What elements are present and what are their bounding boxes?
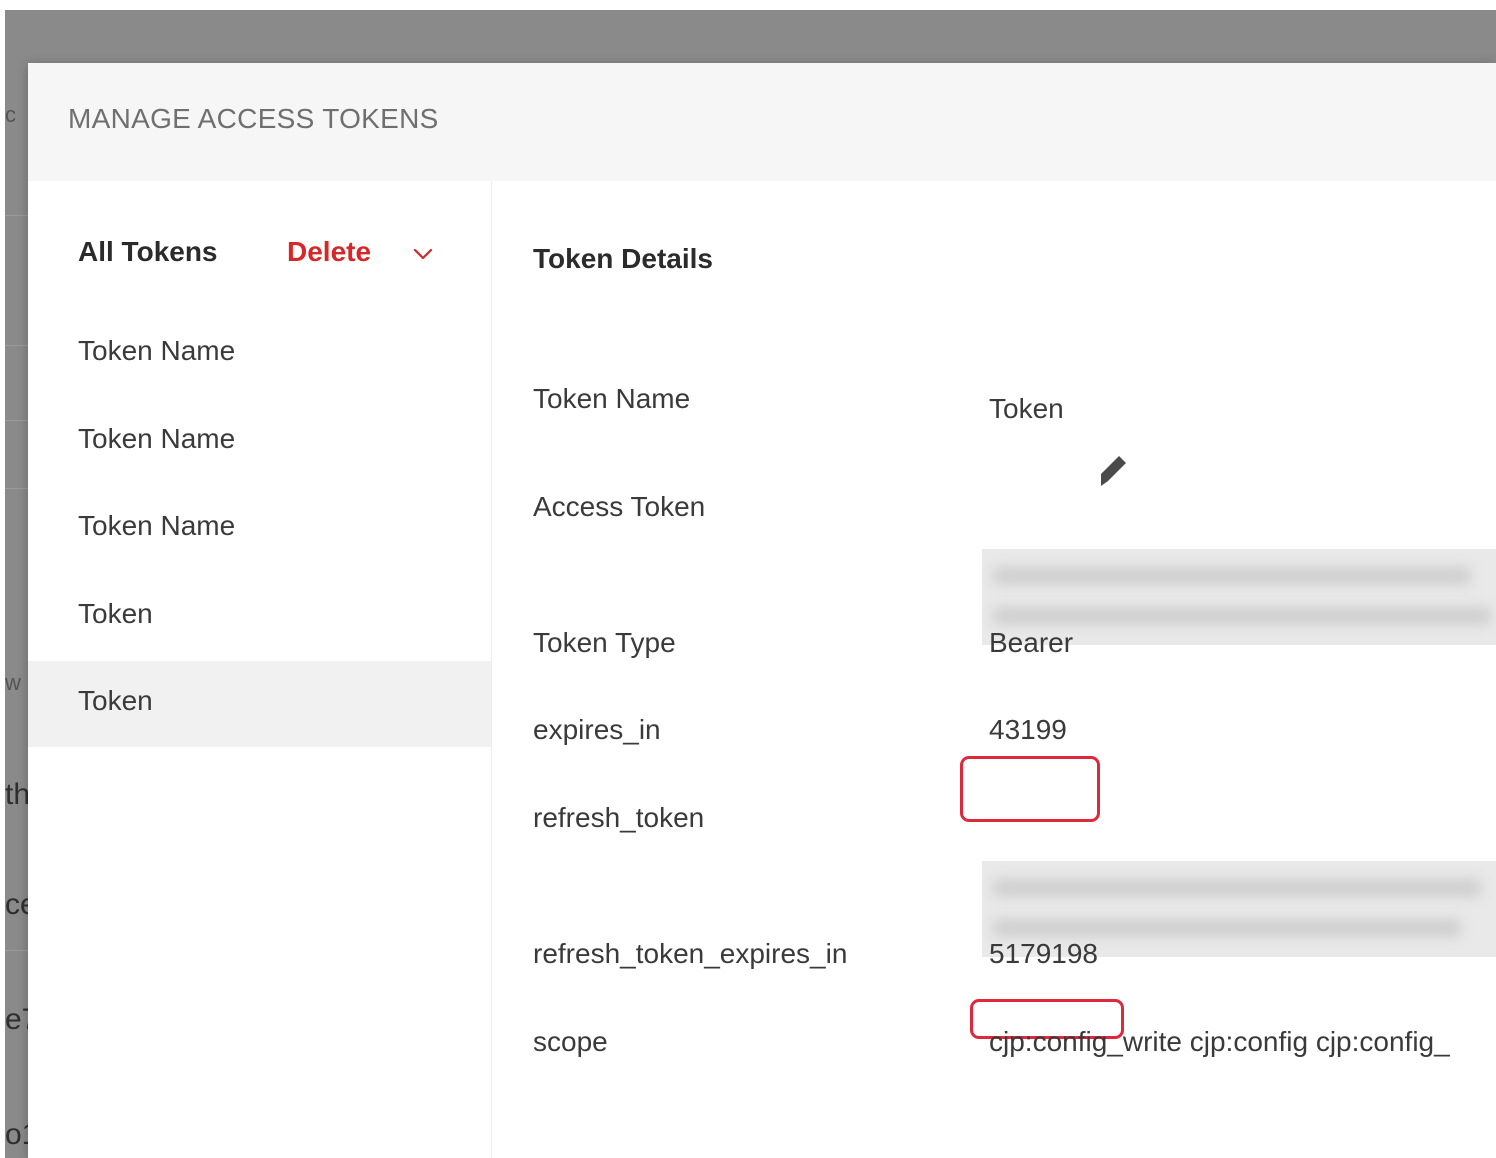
background-divider <box>5 420 29 421</box>
access-token-label: Access Token <box>533 491 706 522</box>
token-details-panel: Token Details Token Name Token Access To… <box>492 181 1496 1158</box>
token-list-item-label: Token Name <box>78 423 236 454</box>
background-divider <box>5 950 29 951</box>
all-tokens-heading: All Tokens <box>78 236 218 267</box>
background-divider <box>5 215 29 216</box>
background-divider <box>5 488 29 489</box>
redacted-line <box>992 919 1462 937</box>
token-list-item[interactable]: Token <box>28 574 491 660</box>
token-list-item-selected[interactable]: Token <box>28 661 491 747</box>
expires-in-label: expires_in <box>533 714 661 745</box>
delete-button[interactable]: Delete <box>287 236 371 268</box>
token-name-label: Token Name <box>533 383 691 414</box>
token-type-label: Token Type <box>533 627 676 658</box>
expires-in-value: 43199 <box>989 714 1067 745</box>
expires-in-highlight-box <box>960 756 1100 822</box>
refresh-token-expires-in-value: 5179198 <box>989 938 1099 969</box>
redacted-line <box>992 607 1492 625</box>
token-list-item-label: Token <box>78 685 153 716</box>
token-type-value: Bearer <box>989 627 1074 658</box>
refresh-token-expires-in-label: refresh_token_expires_in <box>533 938 848 969</box>
scope-label: scope <box>533 1026 608 1057</box>
chevron-down-icon[interactable] <box>412 243 434 265</box>
token-list-item-label: Token <box>78 598 153 629</box>
edit-pencil-icon[interactable] <box>1097 453 1129 489</box>
token-name-value: Token <box>989 393 1064 424</box>
token-list-item-label: Token Name <box>78 510 236 541</box>
background-divider <box>5 345 29 346</box>
redacted-line <box>992 879 1482 897</box>
scope-value: cjp:config_write cjp:config cjp:config_ <box>989 1026 1450 1057</box>
modal-title: MANAGE ACCESS TOKENS <box>68 103 439 134</box>
screen: c w th ce e7 o1 MANAGE ACCESS TOKENS All… <box>0 0 1496 1158</box>
token-list-item[interactable]: Token Name <box>28 486 491 572</box>
token-list-item[interactable]: Token Name <box>28 311 491 397</box>
token-details-title: Token Details <box>533 243 713 274</box>
token-list-item-label: Token Name <box>78 335 236 366</box>
refresh-token-label: refresh_token <box>533 802 705 833</box>
token-list-panel: All Tokens Delete Token Name Token Name … <box>28 181 492 1158</box>
modal-header: MANAGE ACCESS TOKENS <box>28 63 1496 181</box>
manage-access-tokens-modal: MANAGE ACCESS TOKENS All Tokens Delete T… <box>28 63 1496 1158</box>
redacted-line <box>992 567 1472 585</box>
token-list-item[interactable]: Token Name <box>28 399 491 485</box>
